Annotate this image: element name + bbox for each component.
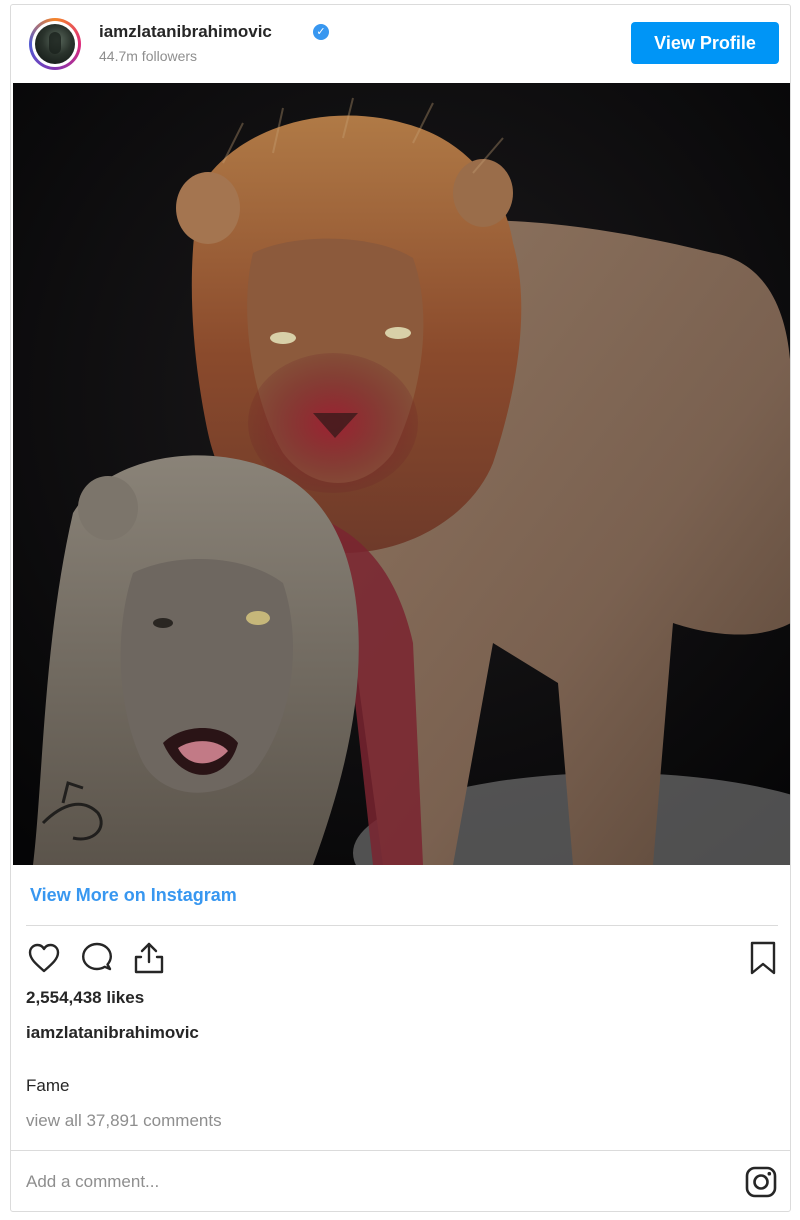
divider bbox=[26, 925, 778, 926]
view-more-on-instagram-link[interactable]: View More on Instagram bbox=[30, 885, 237, 906]
like-count[interactable]: 2,554,438 likes bbox=[26, 988, 144, 1008]
post-header: iamzlatanibrahimovic ✓ 44.7m followers V… bbox=[11, 5, 790, 83]
post-image[interactable] bbox=[13, 83, 790, 865]
instagram-embed-card: iamzlatanibrahimovic ✓ 44.7m followers V… bbox=[10, 4, 791, 1212]
instagram-logo-icon[interactable] bbox=[744, 1165, 778, 1199]
caption-text: Fame bbox=[26, 1076, 70, 1095]
add-comment-input[interactable] bbox=[26, 1165, 706, 1199]
username-link[interactable]: iamzlatanibrahimovic bbox=[99, 22, 272, 42]
bookmark-icon[interactable] bbox=[745, 940, 781, 976]
share-icon[interactable] bbox=[131, 940, 167, 976]
divider bbox=[11, 1150, 790, 1151]
follower-count: 44.7m followers bbox=[99, 48, 198, 64]
avatar[interactable] bbox=[29, 18, 81, 70]
avatar-image bbox=[35, 24, 75, 64]
view-all-comments-link[interactable]: view all 37,891 comments bbox=[26, 1111, 222, 1131]
caption-username[interactable]: iamzlatanibrahimovic bbox=[26, 1023, 199, 1043]
verified-badge-icon: ✓ bbox=[313, 24, 329, 40]
comment-icon[interactable] bbox=[79, 940, 115, 976]
heart-icon[interactable] bbox=[26, 940, 62, 976]
view-profile-button[interactable]: View Profile bbox=[631, 22, 779, 64]
